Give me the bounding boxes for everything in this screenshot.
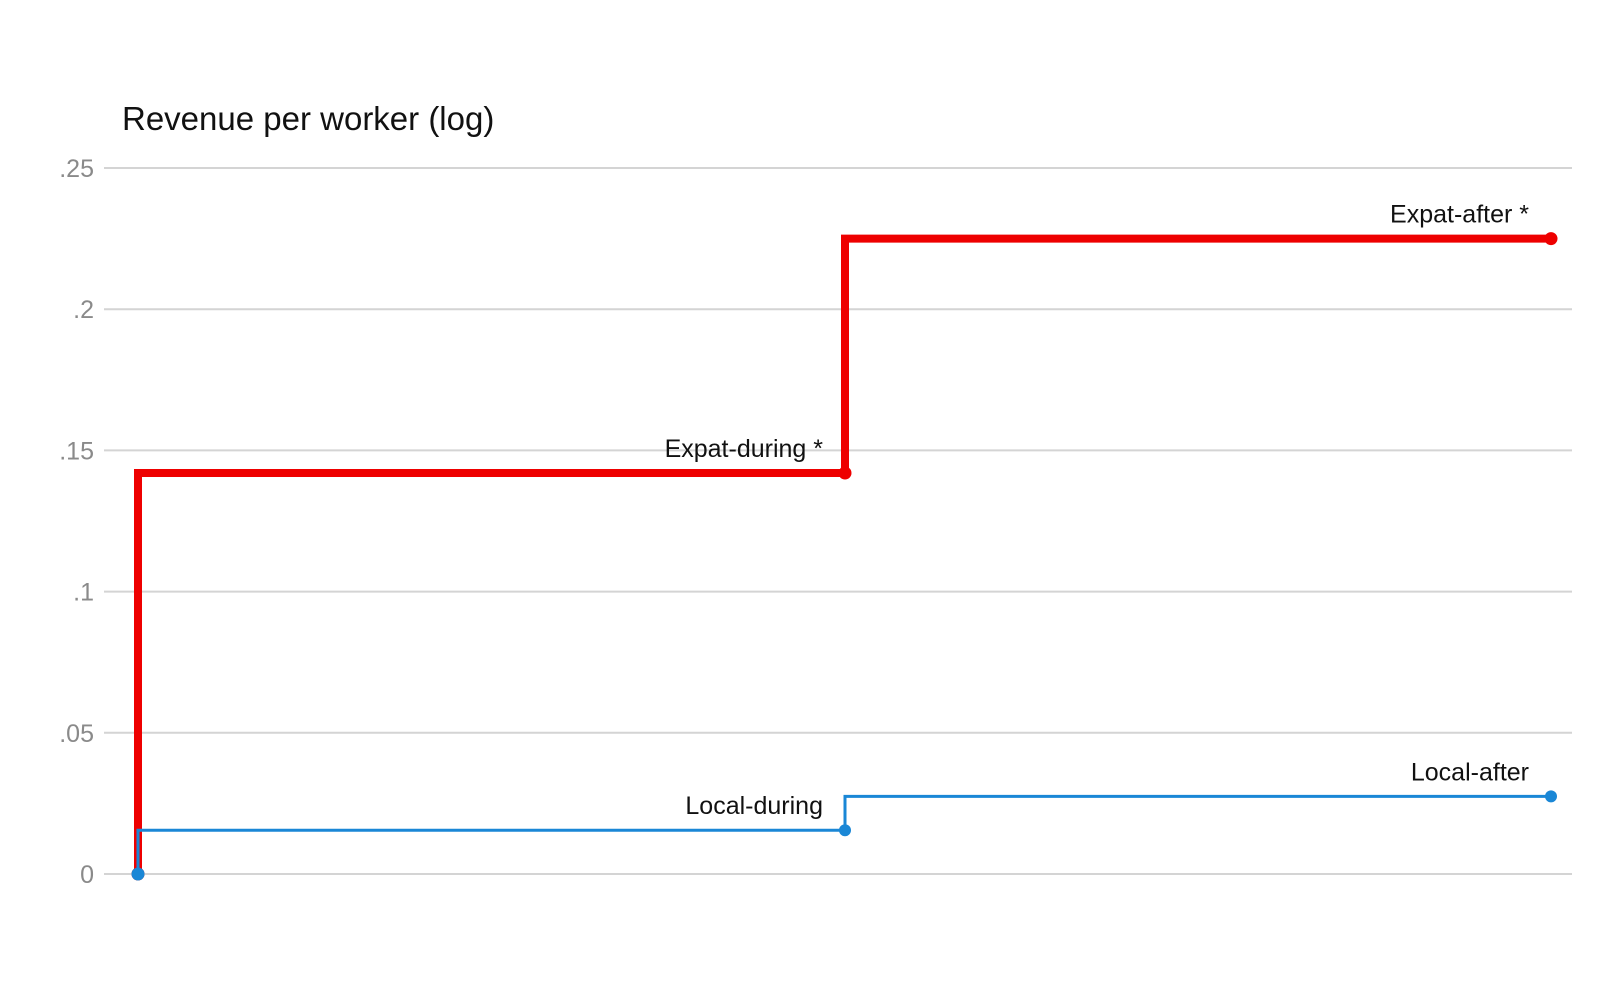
series-point: [1545, 790, 1557, 803]
point-labels: Expat-during * Expat-after * Local-during L…: [665, 201, 1530, 821]
y-tick-label: .1: [73, 579, 94, 607]
series-point: [838, 466, 852, 480]
y-tick-label: .2: [73, 296, 94, 324]
point-label: Local-during: [685, 792, 823, 820]
point-label: Expat-during *: [665, 435, 824, 463]
y-tick-label: 0: [80, 861, 94, 889]
point-label: Local-after: [1411, 758, 1529, 786]
origin-point: [131, 867, 145, 881]
point-label: Expat-after *: [1390, 201, 1529, 229]
revenue-step-chart: Revenue per worker (log) 0.05.1.15.2.25 …: [59, 100, 1572, 889]
series-point: [1544, 232, 1558, 246]
y-tick-label: .05: [59, 720, 94, 748]
y-tick-label: .15: [59, 437, 94, 465]
y-tick-label: .25: [59, 155, 94, 183]
series-layer: [131, 232, 1558, 881]
chart-title: Revenue per worker (log): [122, 100, 494, 137]
y-gridlines: [104, 167, 1572, 875]
series-point: [839, 824, 851, 837]
series-line-0: [134, 234, 1551, 874]
y-tick-labels: 0 .05 .1 .15 .2 .25: [59, 155, 94, 889]
